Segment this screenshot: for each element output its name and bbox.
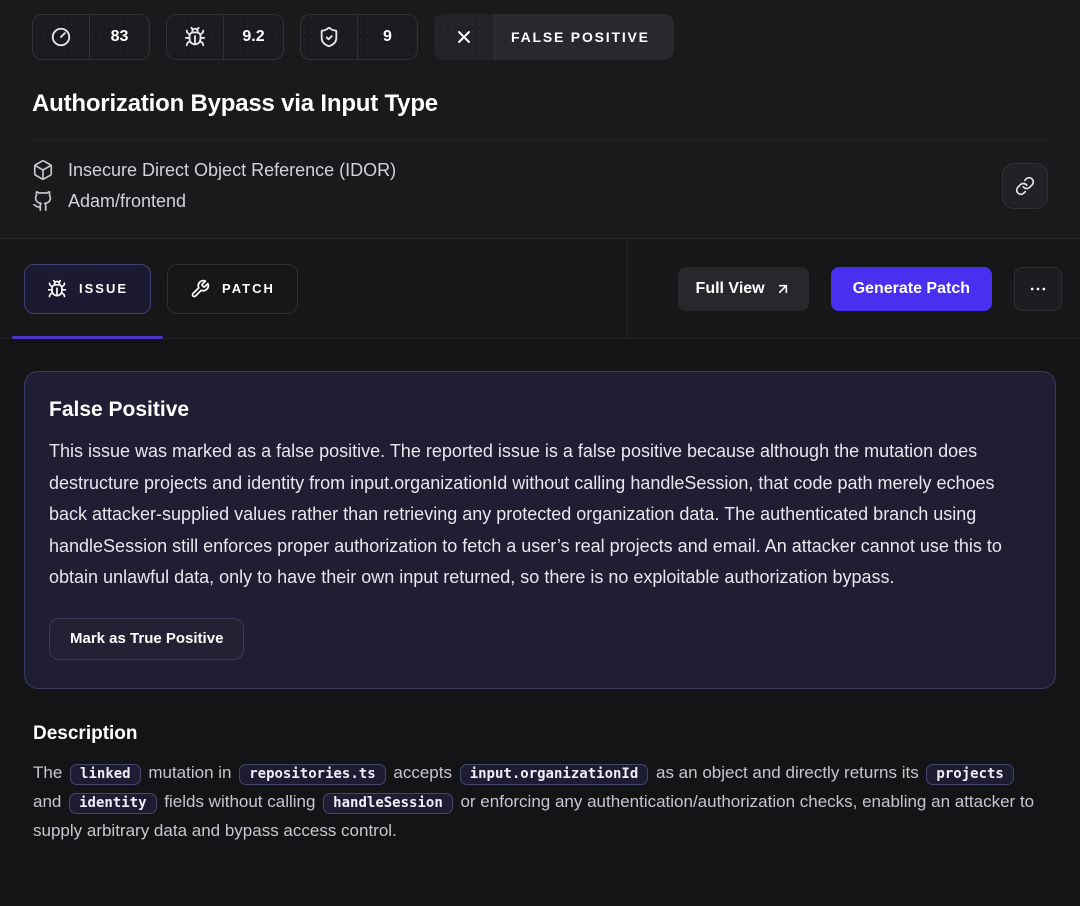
score-badge: 83 — [32, 14, 150, 60]
full-view-label: Full View — [696, 280, 765, 298]
tab-issue-label: ISSUE — [79, 281, 128, 296]
inline-code-chip: identity — [69, 793, 156, 814]
arrow-up-right-icon — [775, 281, 791, 297]
issue-detail-page: 83 9.2 9 FALSE POSITIVE Aut — [0, 0, 1080, 844]
meta-section: Insecure Direct Object Reference (IDOR) … — [32, 140, 1048, 238]
repository-label: Adam/frontend — [68, 191, 186, 212]
issue-header: 83 9.2 9 FALSE POSITIVE Aut — [0, 0, 1080, 239]
generate-patch-button[interactable]: Generate Patch — [831, 267, 992, 311]
false-positive-body: This issue was marked as a false positiv… — [49, 436, 1031, 594]
tab-patch[interactable]: PATCH — [167, 264, 298, 314]
description-title: Description — [33, 723, 1047, 745]
severity-value: 9.2 — [223, 15, 283, 59]
badge-row: 83 9.2 9 FALSE POSITIVE — [32, 14, 1048, 60]
mark-true-positive-button[interactable]: Mark as True Positive — [49, 618, 244, 660]
bug-icon — [47, 279, 67, 299]
score-value: 83 — [89, 15, 149, 59]
tab-patch-label: PATCH — [222, 281, 275, 296]
status-label: FALSE POSITIVE — [494, 14, 674, 60]
gauge-icon — [33, 15, 89, 59]
shield-value: 9 — [357, 15, 417, 59]
wrench-icon — [190, 279, 210, 299]
tab-issue[interactable]: ISSUE — [24, 264, 151, 314]
ellipsis-icon — [1028, 279, 1048, 299]
status-badge[interactable]: FALSE POSITIVE — [434, 14, 674, 60]
inline-code-chip: input.organizationId — [460, 764, 649, 785]
shield-check-icon — [301, 15, 357, 59]
inline-code-chip: repositories.ts — [239, 764, 385, 785]
link-icon — [1015, 176, 1035, 196]
inline-code-chip: linked — [70, 764, 141, 785]
false-positive-title: False Positive — [49, 398, 1031, 422]
bug-icon — [167, 15, 223, 59]
tabs-group: ISSUE PATCH — [0, 239, 628, 338]
shield-badge: 9 — [300, 14, 418, 60]
x-icon — [434, 14, 494, 60]
github-icon — [32, 190, 54, 212]
cube-icon — [32, 159, 54, 181]
severity-badge: 9.2 — [166, 14, 284, 60]
issue-content: False Positive This issue was marked as … — [0, 339, 1080, 844]
page-title: Authorization Bypass via Input Type — [32, 88, 1048, 120]
full-view-button[interactable]: Full View — [678, 267, 809, 311]
active-tab-indicator — [12, 336, 163, 339]
description-section: Description The linked mutation in repos… — [24, 723, 1056, 844]
more-options-button[interactable] — [1014, 267, 1062, 311]
vulnerability-type-row: Insecure Direct Object Reference (IDOR) — [32, 159, 396, 181]
inline-code-chip: handleSession — [323, 793, 453, 814]
tab-bar: ISSUE PATCH Full View Generate Patch — [0, 239, 1080, 339]
vulnerability-type-label: Insecure Direct Object Reference (IDOR) — [68, 160, 396, 181]
false-positive-card: False Positive This issue was marked as … — [24, 371, 1056, 689]
description-text: The linked mutation in repositories.ts a… — [33, 759, 1047, 844]
repository-row: Adam/frontend — [32, 190, 396, 212]
tab-actions: Full View Generate Patch — [628, 239, 1080, 338]
inline-code-chip: projects — [926, 764, 1013, 785]
copy-link-button[interactable] — [1002, 163, 1048, 209]
